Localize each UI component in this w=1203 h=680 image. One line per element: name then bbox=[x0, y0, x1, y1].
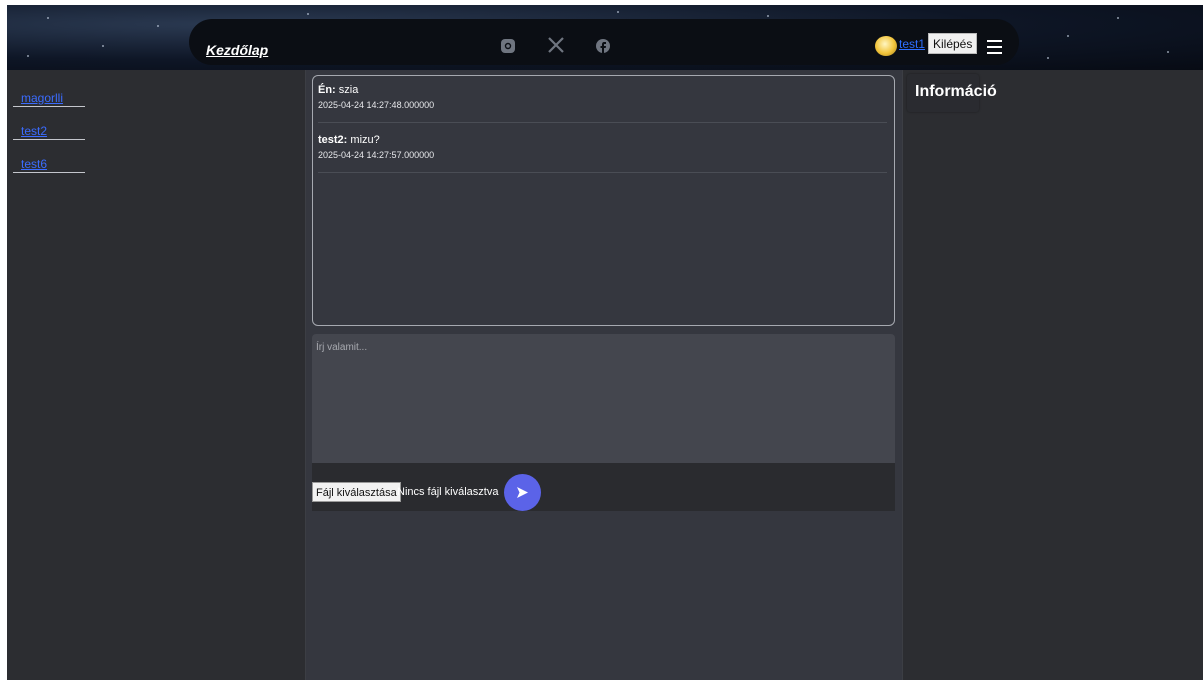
facebook-icon[interactable] bbox=[595, 38, 613, 56]
message-item: test2: mizu? 2025-04-24 14:27:57.000000 bbox=[318, 126, 887, 173]
message-sender: test2: bbox=[318, 134, 348, 146]
x-icon[interactable] bbox=[547, 36, 565, 54]
file-status-text: Nincs fájl kiválasztva bbox=[397, 486, 499, 498]
message-item: Én: szia 2025-04-24 14:27:48.000000 bbox=[318, 76, 887, 123]
info-card: Információ bbox=[907, 74, 997, 112]
file-choose-button[interactable]: Fájl kiválasztása bbox=[312, 482, 401, 502]
app-window: Kezdőlap test1 Kilépés magorlli test2 te… bbox=[0, 0, 1203, 680]
composer-toolbar: Fájl kiválasztása Nincs fájl kiválasztva bbox=[312, 463, 895, 511]
message-sender: Én: bbox=[318, 84, 336, 96]
send-icon bbox=[517, 487, 528, 498]
contact-item[interactable]: magorlli bbox=[13, 73, 85, 107]
instagram-icon[interactable] bbox=[500, 38, 518, 56]
profile-link[interactable]: test1 bbox=[899, 37, 925, 51]
contact-item[interactable]: test2 bbox=[13, 106, 85, 140]
contact-item[interactable]: test6 bbox=[13, 139, 85, 173]
send-button[interactable] bbox=[504, 474, 541, 511]
message-timestamp: 2025-04-24 14:27:48.000000 bbox=[318, 100, 435, 110]
contact-link[interactable]: test6 bbox=[21, 157, 47, 171]
info-panel: Információ bbox=[903, 70, 1203, 680]
contact-link[interactable]: test2 bbox=[21, 124, 47, 138]
message-text: szia bbox=[335, 84, 359, 96]
home-link[interactable]: Kezdőlap bbox=[206, 42, 268, 58]
contact-link[interactable]: magorlli bbox=[21, 91, 63, 105]
avatar[interactable] bbox=[875, 36, 897, 56]
contacts-sidebar: magorlli test2 test6 bbox=[7, 70, 305, 680]
message-input[interactable] bbox=[312, 334, 895, 463]
logout-button[interactable]: Kilépés bbox=[928, 33, 978, 54]
message-text: mizu? bbox=[347, 134, 380, 146]
message-list[interactable]: Én: szia 2025-04-24 14:27:48.000000 test… bbox=[312, 75, 895, 326]
info-title: Információ bbox=[915, 83, 997, 100]
chat-main: Én: szia 2025-04-24 14:27:48.000000 test… bbox=[306, 70, 902, 680]
message-timestamp: 2025-04-24 14:27:57.000000 bbox=[318, 150, 435, 160]
hamburger-menu-icon[interactable] bbox=[987, 40, 1002, 54]
